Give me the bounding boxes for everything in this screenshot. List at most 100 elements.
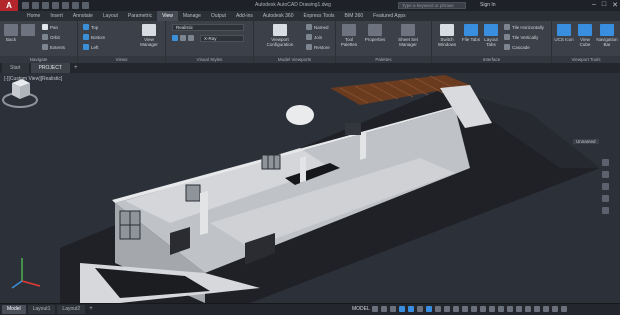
restore-viewports-button[interactable]: Restore	[306, 44, 330, 50]
sign-in-button[interactable]: Sign In	[480, 2, 496, 8]
ucs-icon-toggle[interactable]: UCS Icon	[554, 24, 574, 42]
visual-style-tools[interactable]	[172, 35, 194, 41]
model-space-toggle[interactable]: MODEL	[352, 306, 370, 312]
grid-icon[interactable]	[372, 306, 378, 312]
pan-icon[interactable]	[601, 171, 609, 178]
view-name-dropdown[interactable]: Unnamed	[573, 139, 599, 144]
back-button[interactable]: Back	[3, 24, 19, 42]
object-snap-icon[interactable]	[426, 306, 432, 312]
file-tab-start[interactable]: Start	[2, 63, 29, 73]
tab-annotate[interactable]: Annotate	[68, 11, 98, 21]
redo-icon[interactable]	[82, 2, 89, 9]
object-snap-tracking-icon[interactable]	[417, 306, 423, 312]
undo-icon[interactable]	[72, 2, 79, 9]
annotation-scale-icon[interactable]	[480, 306, 486, 312]
minimize-button[interactable]: –	[592, 1, 596, 9]
workspace-gear-icon[interactable]	[489, 306, 495, 312]
ribbon-panel: Back Pan Orbit Extents Navigate Top Bott…	[0, 21, 620, 63]
layout-tab-layout2[interactable]: Layout2	[57, 305, 86, 314]
tab-parametric[interactable]: Parametric	[123, 11, 157, 21]
round-structure	[286, 105, 314, 125]
view-cube[interactable]	[0, 73, 40, 113]
quick-properties-icon[interactable]	[516, 306, 522, 312]
orbit-icon	[42, 34, 48, 40]
layout-tab-layout1[interactable]: Layout1	[27, 305, 56, 314]
polar-tracking-icon[interactable]	[399, 306, 405, 312]
isolate-objects-icon[interactable]	[534, 306, 540, 312]
status-bar: Model Layout1 Layout2 + MODEL	[0, 303, 620, 315]
search-input[interactable]: Type a keyword or phrase	[398, 2, 466, 9]
hardware-acceleration-icon[interactable]	[543, 306, 549, 312]
orbit-button[interactable]: Orbit	[42, 34, 60, 40]
navigation-bar-toggle[interactable]: Navigation Bar	[596, 24, 618, 47]
lock-ui-icon[interactable]	[525, 306, 531, 312]
drawing-viewport[interactable]: [-][Custom View][Realistic] Unnamed	[0, 73, 620, 303]
zoom-icon[interactable]	[601, 183, 609, 190]
tab-manage[interactable]: Manage	[178, 11, 206, 21]
customization-menu-icon[interactable]	[561, 306, 567, 312]
forward-button[interactable]	[20, 24, 36, 37]
join-viewports-button[interactable]: Join	[306, 34, 322, 40]
view-bottom-button[interactable]: Bottom	[83, 34, 105, 40]
view-top-button[interactable]: Top	[83, 24, 98, 30]
partition-wall-3	[360, 131, 366, 160]
switch-windows-button[interactable]: Switch Windows	[434, 24, 460, 47]
clean-screen-icon[interactable]	[552, 306, 558, 312]
pan-button[interactable]: Pan	[42, 24, 58, 30]
isodraft-icon[interactable]	[408, 306, 414, 312]
new-file-icon[interactable]	[22, 2, 29, 9]
tab-express-tools[interactable]: Express Tools	[298, 11, 339, 21]
dynamic-ucs-icon[interactable]	[471, 306, 477, 312]
view-manager-button[interactable]: View Manager	[136, 24, 162, 47]
xray-dropdown[interactable]: X-Ray	[200, 35, 244, 42]
tab-output[interactable]: Output	[206, 11, 231, 21]
save-as-icon[interactable]	[52, 2, 59, 9]
extents-button[interactable]: Extents	[42, 44, 65, 50]
viewport-tools-group-label: Viewport Tools	[552, 56, 620, 63]
tab-autodesk-360[interactable]: Autodesk 360	[258, 11, 299, 21]
lineweight-icon[interactable]	[435, 306, 441, 312]
tab-add-ins[interactable]: Add-ins	[231, 11, 258, 21]
close-button[interactable]: ✕	[612, 1, 618, 9]
cascade-button[interactable]: Cascade	[504, 44, 530, 50]
print-icon[interactable]	[62, 2, 69, 9]
layout-tabs-toggle[interactable]: Layout Tabs	[481, 24, 501, 47]
file-tabs-toggle[interactable]: File Tabs	[462, 24, 480, 42]
tab-featured-apps[interactable]: Featured Apps	[368, 11, 411, 21]
selection-cycling-icon[interactable]	[453, 306, 459, 312]
tool-palettes-button[interactable]: Tool Palettes	[338, 24, 360, 47]
maximize-button[interactable]: □	[602, 1, 606, 9]
tab-layout[interactable]: Layout	[98, 11, 123, 21]
application-menu-button[interactable]: A	[0, 0, 18, 11]
new-tab-button[interactable]: +	[72, 63, 80, 73]
3d-osnap-icon[interactable]	[462, 306, 468, 312]
viewport-configuration-button[interactable]: Viewport Configuration	[258, 24, 302, 47]
steering-wheel-icon[interactable]	[601, 159, 609, 166]
save-icon[interactable]	[42, 2, 49, 9]
tab-bim-360[interactable]: BIM 360	[340, 11, 369, 21]
view-cube-toggle[interactable]: View Cube	[575, 24, 595, 47]
named-viewports-button[interactable]: Named	[306, 24, 329, 30]
views-group-label: Views	[78, 56, 165, 63]
showmotion-icon[interactable]	[601, 207, 609, 214]
units-icon[interactable]	[507, 306, 513, 312]
tab-view[interactable]: View	[157, 11, 178, 21]
file-tab-project[interactable]: PROJECT	[30, 63, 70, 73]
layout-tab-model[interactable]: Model	[2, 305, 26, 314]
sheet-set-manager-button[interactable]: Sheet Set Manager	[390, 24, 426, 47]
visual-style-dropdown[interactable]: Realistic	[172, 24, 244, 31]
orbit-icon[interactable]	[601, 195, 609, 202]
tab-insert[interactable]: Insert	[45, 11, 68, 21]
tab-home[interactable]: Home	[22, 11, 45, 21]
open-file-icon[interactable]	[32, 2, 39, 9]
tile-vertically-button[interactable]: Tile Vertically	[504, 34, 538, 40]
annotation-monitor-icon[interactable]	[498, 306, 504, 312]
snap-icon[interactable]	[381, 306, 387, 312]
ortho-icon[interactable]	[390, 306, 396, 312]
properties-button[interactable]: Properties	[362, 24, 388, 42]
tile-horizontally-button[interactable]: Tile Horizontally	[504, 24, 544, 30]
view-left-button[interactable]: Left	[83, 44, 99, 50]
stairwell	[345, 123, 361, 135]
transparency-icon[interactable]	[444, 306, 450, 312]
add-layout-button[interactable]: +	[87, 305, 95, 314]
